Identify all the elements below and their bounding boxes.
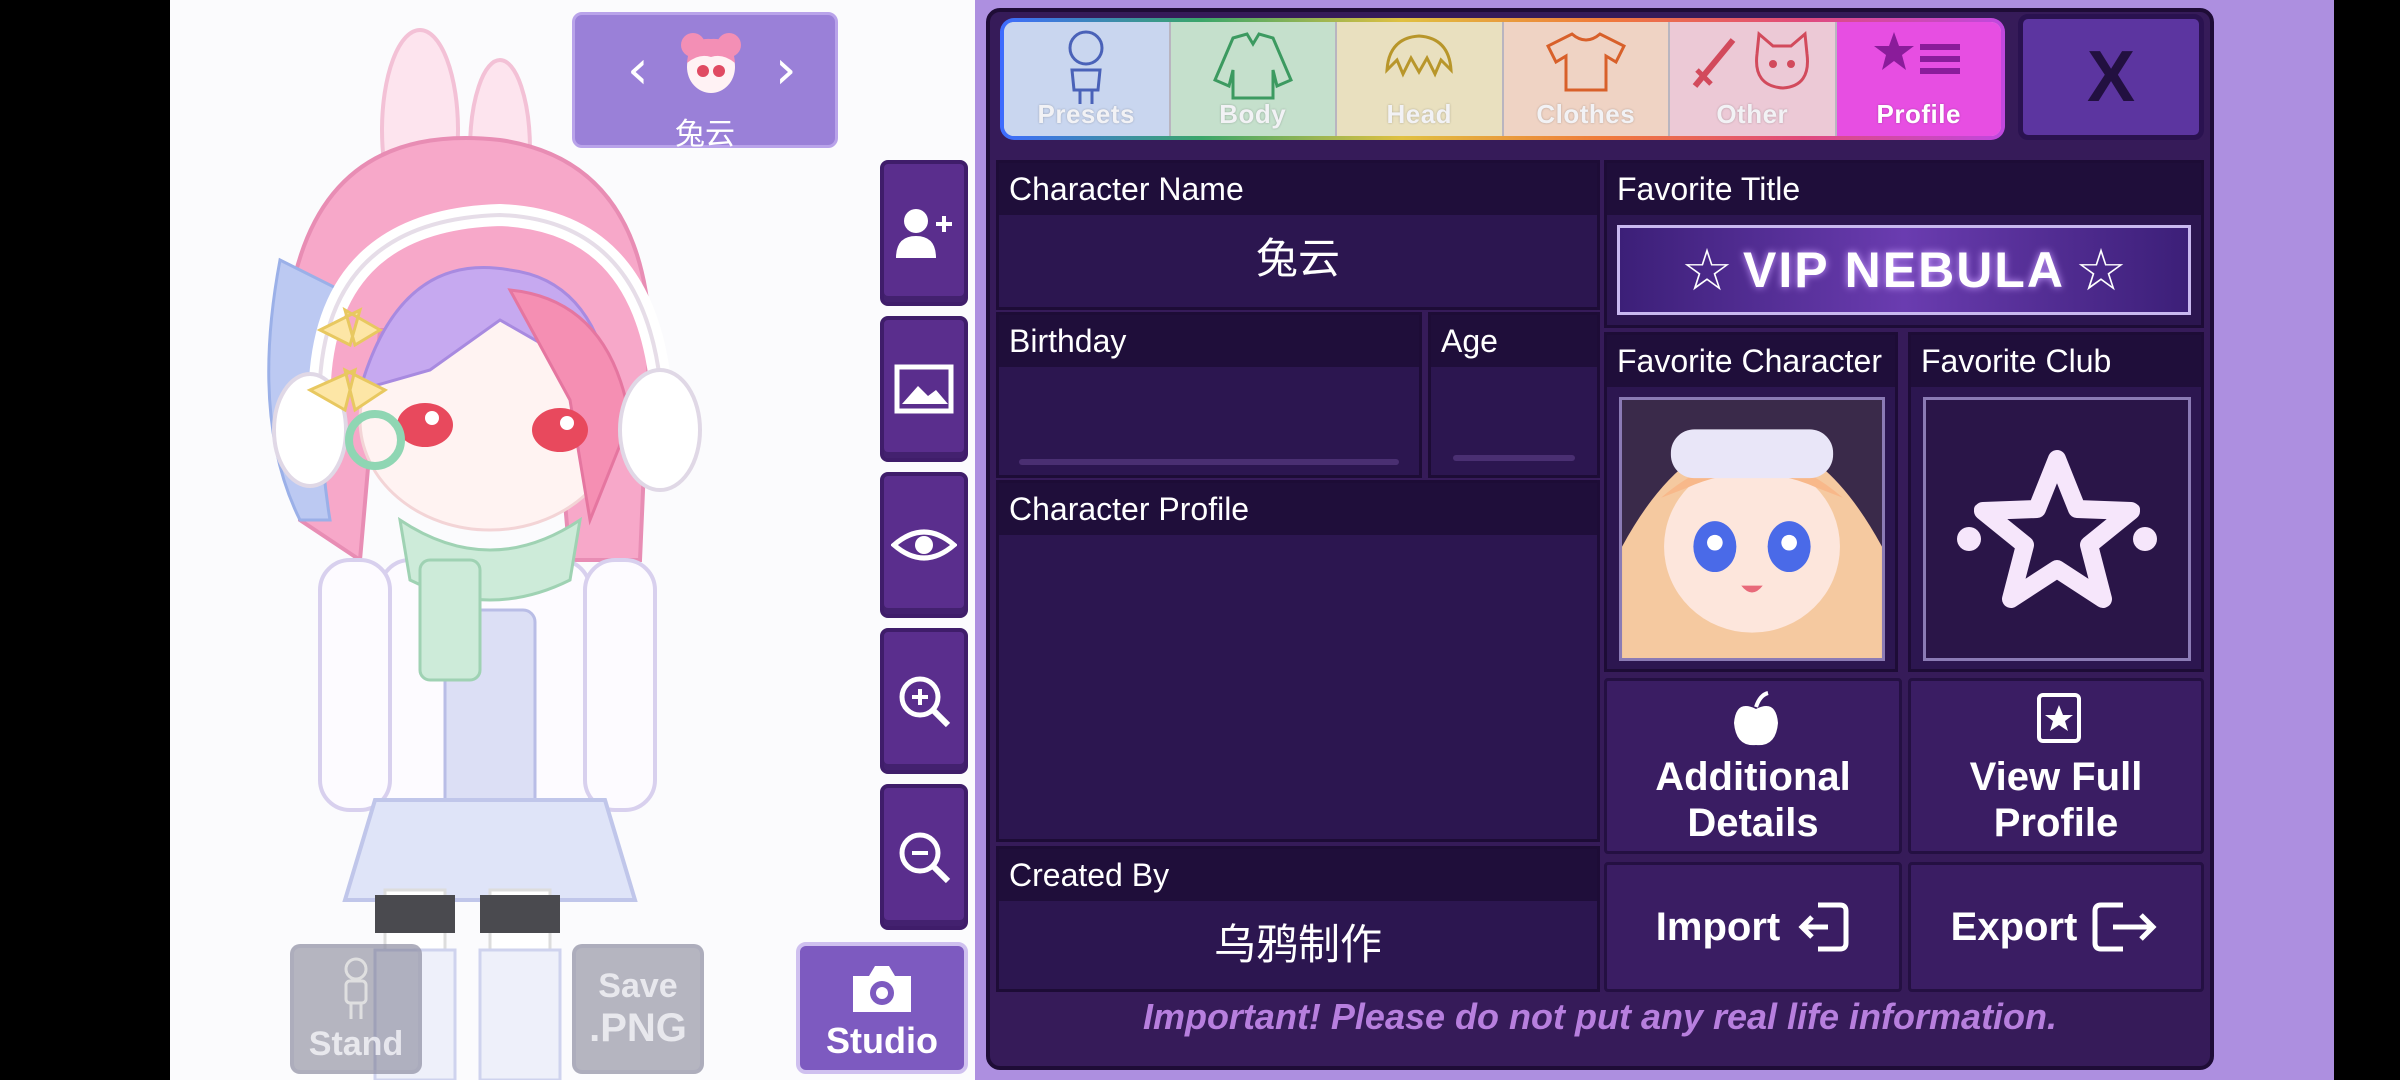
character-name-label: Character Name — [999, 163, 1597, 215]
zoom-in-button[interactable] — [880, 628, 968, 774]
favorite-title-field[interactable]: Favorite Title ☆ VIP NEBULA ☆ — [1604, 160, 2204, 328]
view-full-line1: View Full — [1969, 755, 2143, 799]
export-button[interactable]: Export — [1908, 862, 2204, 992]
zoom-in-icon — [899, 676, 951, 728]
favorite-title-label: Favorite Title — [1607, 163, 2201, 215]
export-icon — [2092, 902, 2157, 952]
tab-body-label: Body — [1219, 99, 1287, 129]
favorite-character-field[interactable]: Favorite Character — [1604, 332, 1898, 672]
privacy-notice: Important! Please do not put any real li… — [1142, 996, 2058, 1037]
favorite-title-value: VIP NEBULA — [1743, 242, 2065, 298]
character-preview — [267, 28, 702, 1080]
tab-other-label: Other — [1716, 99, 1789, 129]
favorite-club-emblem — [1923, 397, 2191, 661]
character-name-value: 兔云 — [1255, 234, 1340, 283]
save-png-label-2: .PNG — [589, 1006, 687, 1050]
age-label: Age — [1431, 315, 1597, 367]
head-hair-icon — [1385, 34, 1453, 78]
clothes-shirt-icon — [1545, 32, 1626, 92]
save-png-label-1: Save — [598, 967, 678, 1005]
export-label: Export — [1950, 904, 2078, 949]
character-head-icon — [681, 33, 741, 93]
favorite-character-portrait — [1619, 397, 1885, 661]
zoom-out-button[interactable] — [880, 784, 968, 930]
tab-head-label: Head — [1386, 99, 1453, 129]
tab-clothes[interactable]: Clothes — [1503, 22, 1670, 136]
created-by-field[interactable]: Created By 乌鸦制作 — [996, 846, 1600, 992]
add-character-button[interactable] — [880, 160, 968, 306]
zoom-out-icon — [899, 832, 951, 884]
tab-profile-label: Profile — [1876, 99, 1961, 129]
created-by-value: 乌鸦制作 — [1213, 920, 1382, 969]
tab-profile[interactable]: Profile — [1836, 22, 2001, 136]
tab-clothes-label: Clothes — [1536, 99, 1636, 129]
import-button[interactable]: Import — [1604, 862, 1902, 992]
camera-icon — [853, 966, 911, 1012]
view-full-profile-button[interactable]: View Full Profile — [1908, 678, 2204, 854]
additional-details-line1: Additional — [1655, 755, 1851, 799]
favorite-title-banner: ☆ VIP NEBULA ☆ — [1617, 225, 2191, 315]
left-letterbox — [0, 0, 170, 1080]
import-icon — [1798, 902, 1849, 952]
birthday-underline — [1019, 459, 1399, 465]
favorite-club-field[interactable]: Favorite Club — [1908, 332, 2204, 672]
background-image-icon — [894, 364, 954, 414]
tab-presets[interactable]: Presets — [1004, 22, 1171, 136]
birthday-label: Birthday — [999, 315, 1419, 367]
import-label: Import — [1655, 904, 1781, 949]
view-full-line2: Profile — [1993, 801, 2119, 845]
favorite-title-star-left-icon: ☆ — [1681, 236, 1734, 304]
character-name-field[interactable]: Character Name 兔云 — [996, 160, 1600, 310]
favorite-club-label: Favorite Club — [1911, 335, 2201, 387]
stand-button[interactable]: Stand — [290, 944, 422, 1074]
character-selector: ‹ › 兔云 — [572, 12, 838, 152]
character-viewport: ‹ › 兔云 Stand Save .PNG Studio — [170, 0, 975, 1080]
studio-button[interactable]: Studio — [796, 942, 968, 1074]
background-button[interactable] — [880, 316, 968, 462]
tab-other[interactable]: Other — [1670, 22, 1837, 136]
additional-details-button[interactable]: Additional Details — [1604, 678, 1902, 854]
character-profile-label: Character Profile — [999, 483, 1597, 535]
close-button[interactable]: X — [2018, 14, 2204, 140]
birthday-field[interactable]: Birthday — [996, 312, 1422, 478]
close-icon: X — [2086, 37, 2136, 117]
profile-star-icon — [1873, 32, 1960, 74]
scroll-star-icon — [2037, 693, 2081, 743]
tab-body[interactable]: Body — [1170, 22, 1337, 136]
right-letterbox — [2334, 0, 2400, 1080]
other-sword-cat-icon — [1692, 30, 1810, 90]
additional-details-line2: Details — [1687, 801, 1819, 845]
tab-head[interactable]: Head — [1337, 22, 1504, 136]
club-star-icon — [1957, 450, 2157, 608]
age-field[interactable]: Age — [1428, 312, 1600, 478]
stand-label: Stand — [308, 1025, 404, 1063]
favorite-character-label: Favorite Character — [1607, 335, 1895, 387]
visibility-button[interactable] — [880, 472, 968, 618]
character-selector-name: 兔云 — [675, 117, 735, 152]
apple-icon — [1734, 691, 1778, 746]
age-underline — [1453, 455, 1575, 461]
stand-figure-icon — [344, 957, 368, 1019]
presets-figure-icon — [1068, 30, 1104, 104]
add-character-icon — [896, 209, 952, 258]
studio-label: Studio — [826, 1020, 938, 1061]
prev-character-arrow[interactable]: ‹ — [627, 43, 649, 97]
next-character-arrow[interactable]: › — [775, 43, 797, 97]
save-png-button[interactable]: Save .PNG — [572, 944, 704, 1074]
category-tab-bar: Presets Body Head Clothes Other Profile — [1000, 18, 2005, 140]
character-profile-field[interactable]: Character Profile — [996, 480, 1600, 842]
favorite-title-star-right-icon: ☆ — [2074, 236, 2127, 304]
body-jacket-icon — [1212, 32, 1293, 100]
visibility-eye-icon — [891, 529, 957, 561]
created-by-label: Created By — [999, 849, 1597, 901]
